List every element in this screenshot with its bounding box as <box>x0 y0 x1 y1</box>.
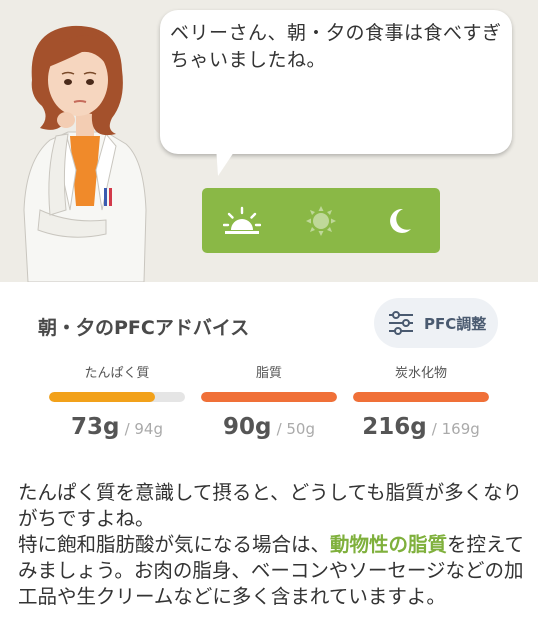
sunrise-icon <box>222 206 261 234</box>
meal-noon-button[interactable] <box>291 191 351 251</box>
advice-text: たんぱく質を意識して摂ると、どうしても脂質が多くなりがちですよね。 特に飽和脂肪… <box>18 480 528 610</box>
pfc-adjust-button[interactable]: PFC調整 <box>374 298 498 348</box>
nutrient-unit: g <box>410 414 427 440</box>
meal-evening-button[interactable] <box>370 191 430 251</box>
nutrient-value: 90 <box>222 414 255 440</box>
nutrient-target: / 169g <box>431 420 480 438</box>
nutrient-carbs: 炭水化物 216g / 169g <box>353 362 489 440</box>
nutrient-value: 73 <box>70 414 103 440</box>
meal-selector <box>202 188 440 253</box>
pfc-advice-card: 朝・夕のPFCアドバイス PFC調整 たんぱく質 73g / 94g 脂質 90… <box>8 282 530 472</box>
nutrient-label: 脂質 <box>255 366 282 381</box>
nutrient-protein: たんぱく質 73g / 94g <box>49 362 185 440</box>
nutrient-unit: g <box>103 414 120 440</box>
moon-icon <box>390 208 412 233</box>
speech-bubble-tail <box>216 146 238 176</box>
nutrient-values: 73g / 94g <box>49 414 185 440</box>
nutrient-target: / 50g <box>276 420 315 438</box>
nutrient-fat: 脂質 90g / 50g <box>201 362 337 440</box>
meal-morning-button[interactable] <box>212 191 272 251</box>
advisor-character-illustration <box>23 25 147 282</box>
nutrient-label: たんぱく質 <box>84 366 150 381</box>
nutrient-progress-fill <box>201 392 337 402</box>
nutrient-label: 炭水化物 <box>394 366 447 381</box>
sliders-icon <box>389 311 413 335</box>
character-area: ベリーさん、朝・夕の食事は食べすぎちゃいましたね。 <box>0 0 538 282</box>
advice-highlight: 動物性の脂質 <box>330 533 448 556</box>
speech-bubble: ベリーさん、朝・夕の食事は食べすぎちゃいましたね。 <box>160 10 512 154</box>
nutrient-progress-fill <box>49 392 156 402</box>
nutrient-target: / 94g <box>124 420 163 438</box>
nutrient-progress-fill <box>353 392 489 402</box>
pfc-adjust-label: PFC調整 <box>424 314 487 333</box>
nutrient-values: 90g / 50g <box>201 414 337 440</box>
nutrient-unit: g <box>255 414 272 440</box>
nutrient-progress-bar <box>201 392 337 402</box>
nutrient-values: 216g / 169g <box>353 414 489 440</box>
nutrient-progress-bar <box>353 392 489 402</box>
sun-icon <box>305 205 336 236</box>
advice-paragraph-1: たんぱく質を意識して摂ると、どうしても脂質が多くなりがちですよね。 <box>18 481 523 530</box>
card-title: 朝・夕のPFCアドバイス <box>38 317 250 339</box>
advice-text-pre: 特に飽和脂肪酸が気になる場合は、 <box>18 533 331 556</box>
bubble-message: ベリーさん、朝・夕の食事は食べすぎちゃいましたね。 <box>170 22 502 71</box>
nutrient-progress-bar <box>49 392 185 402</box>
advice-paragraph-2: 特に飽和脂肪酸が気になる場合は、動物性の脂質を控えてみましょう。お肉の脂身、ベー… <box>18 532 528 610</box>
nutrient-value: 216 <box>362 414 411 440</box>
